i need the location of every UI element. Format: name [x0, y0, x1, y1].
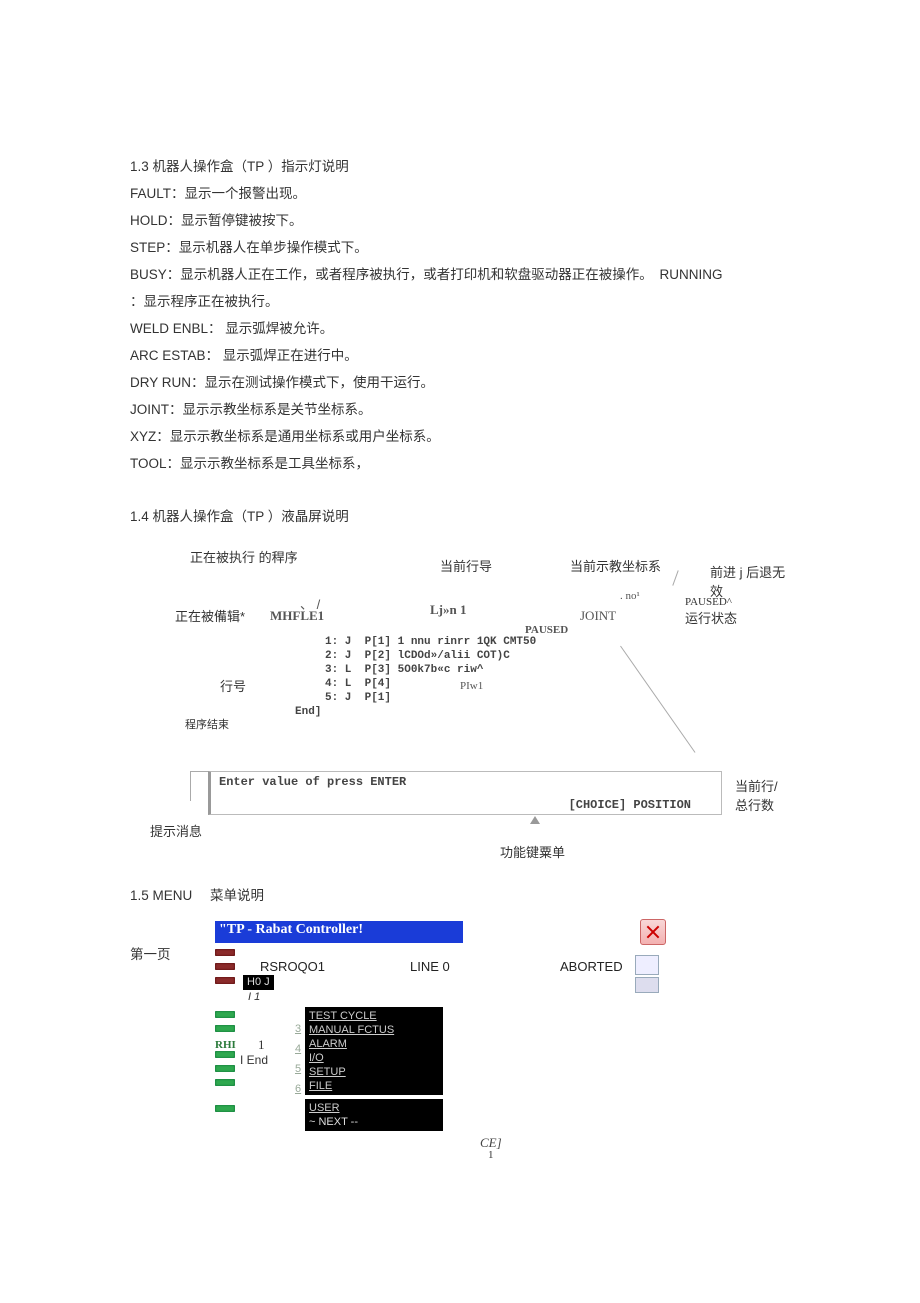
- label-line-no: 行号: [220, 676, 246, 695]
- led-running: ：显示程序正在被执行。: [130, 288, 790, 315]
- led-weld-enbl: WELD ENBL： 显示弧焊被允许。: [130, 315, 790, 342]
- status-line: LINE 0: [410, 959, 450, 974]
- led-icon: [215, 963, 235, 970]
- window-titlebar: "TP - Rabat Controller!: [215, 921, 463, 943]
- led-dry-run: DRY RUN：显示在测试操作模式下，使用干运行。: [130, 369, 790, 396]
- lcd-diagram: 正在被执行 的稈序 当前行导 当前示教坐标系 前进 j 后退无效 、 / . n…: [130, 546, 790, 866]
- led-icon: [215, 1025, 235, 1032]
- led-icon: [215, 1105, 235, 1112]
- label-paused: PAUSED: [525, 624, 568, 636]
- label-func-menu: 功能键粟单: [500, 842, 565, 861]
- code-piw: PIw1: [460, 680, 483, 692]
- section-1-5-title-left: 1.5 MENU: [130, 882, 192, 909]
- status-prog: RSROQO1: [260, 959, 325, 974]
- code-line-3: 3: L P[3] 5O0k7b«c riw^: [325, 664, 483, 676]
- menu-item[interactable]: ALARM: [309, 1037, 439, 1051]
- code-line-5: 5: J P[1]: [325, 692, 391, 704]
- label-one: 1: [258, 1037, 265, 1053]
- label-page-1: 第一页: [130, 943, 171, 963]
- small-box-1: H0 J: [243, 975, 274, 990]
- label-hint-msg: 提示消息: [150, 821, 202, 840]
- led-xyz: XYZ：显示示教坐标系是通用坐标系或用户坐标系。: [130, 423, 790, 450]
- menu-user[interactable]: USER: [309, 1101, 439, 1115]
- label-joint: JOINT: [580, 608, 616, 624]
- label-exec-prog: 正在被执行 的稈序: [190, 550, 310, 567]
- arrow-up-icon: [530, 816, 540, 824]
- prompt-box: Enter value of press ENTER [CHOICE] POSI…: [208, 771, 722, 815]
- menu-tail[interactable]: USER ~ NEXT --: [305, 1099, 443, 1131]
- label-run-state: 运行状态: [685, 608, 737, 627]
- label-prog-end: 程序结束: [185, 716, 229, 732]
- label-fwd-back: 前进 j 后退无效: [710, 562, 790, 600]
- led-icon: [215, 1079, 235, 1086]
- led-icon: [215, 949, 235, 956]
- section-1-4-title: 1.4 机器人操作盒（TP ）液晶屏说明: [130, 503, 790, 530]
- label-editing: 正在被備辑*: [175, 606, 245, 625]
- led-icon: [215, 1065, 235, 1072]
- small-box-2: I 1: [248, 991, 260, 1003]
- led-icon: [215, 977, 235, 984]
- led-hold: HOLD：显示暂停键被按下。: [130, 207, 790, 234]
- prompt-text: Enter value of press ENTER: [211, 772, 721, 792]
- label-rhi: RHI: [215, 1039, 236, 1051]
- section-1-5-title-right: 菜单说明: [210, 882, 264, 909]
- close-icon[interactable]: [640, 919, 666, 945]
- menu-num: 3: [295, 1023, 301, 1035]
- label-cur-total: 当前行/总行数: [735, 776, 790, 814]
- led-fault: FAULT：显示一个报警出现。: [130, 180, 790, 207]
- led-icon: [215, 1051, 235, 1058]
- code-line-2: 2: J P[2] lCDOd»/alii COT)C: [325, 650, 510, 662]
- label-cur-line-nav: 当前行导: [440, 556, 492, 575]
- menu-item[interactable]: I/O: [309, 1051, 439, 1065]
- led-busy: BUSY：显示机器人正在工作，或者程序被执行，或者打印机和软盘驱动器正在被操作。…: [130, 261, 790, 288]
- label-cur-coord: 当前示教坐标系: [570, 556, 661, 575]
- page-number: 1: [488, 1149, 494, 1161]
- menu-next[interactable]: ~ NEXT --: [309, 1115, 439, 1129]
- led-icon: [215, 1011, 235, 1018]
- code-line-4: 4: L P[4]: [325, 678, 391, 690]
- section-1-3-title: 1.3 机器人操作盒（TP ）指示灯说明: [130, 153, 790, 180]
- label-paused-caret: PAUSED^: [685, 596, 732, 608]
- led-step: STEP：显示机器人在单步操作模式下。: [130, 234, 790, 261]
- led-arc-estab: ARC ESTAB： 显示弧焊正在进行中。: [130, 342, 790, 369]
- label-iend: I End: [240, 1053, 268, 1067]
- menu-item[interactable]: SETUP: [309, 1065, 439, 1079]
- menu-list[interactable]: TEST CYCLE MANUAL FCTUS ALARM I/O SETUP …: [305, 1007, 443, 1095]
- menu-screenshot: 第一页 "TP - Rabat Controller! RSROQO1 LINE…: [130, 921, 790, 1221]
- label-mhfle1: MHFLE1: [270, 608, 324, 624]
- led-tool: TOOL：显示示教坐标系是工具坐标系，: [130, 450, 790, 477]
- menu-num: 4: [295, 1043, 301, 1055]
- code-line-end: End]: [295, 706, 321, 718]
- label-ljn: Lj»n 1: [430, 602, 466, 618]
- menu-item[interactable]: TEST CYCLE: [309, 1009, 439, 1023]
- menu-item[interactable]: FILE: [309, 1079, 439, 1093]
- led-joint: JOINT：显示示教坐标系是关节坐标系。: [130, 396, 790, 423]
- choice-text: [CHOICE] POSITION: [569, 798, 691, 812]
- menu-num: 5: [295, 1063, 301, 1075]
- code-line-1: 1: J P[1] 1 nnu rinrr 1QK CMT50: [325, 636, 536, 648]
- label-no: . no¹: [620, 590, 640, 602]
- status-state: ABORTED: [560, 959, 623, 974]
- menu-item[interactable]: MANUAL FCTUS: [309, 1023, 439, 1037]
- menu-num: 6: [295, 1083, 301, 1095]
